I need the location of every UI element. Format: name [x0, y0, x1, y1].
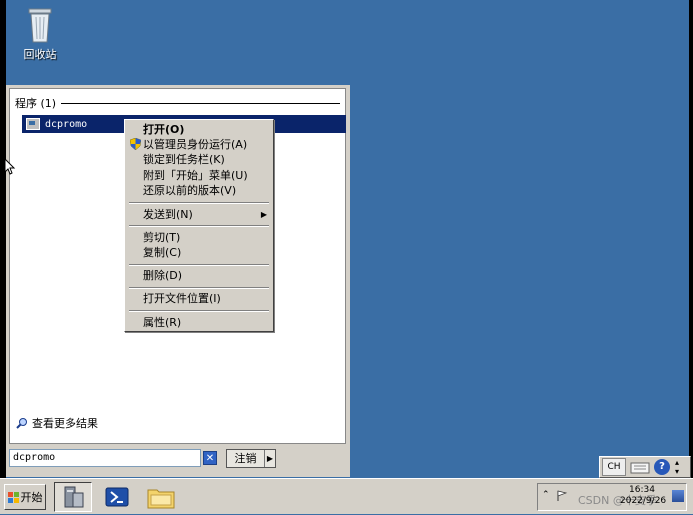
menu-item-cut[interactable]: 剪切(T) [127, 230, 271, 245]
group-header-divider [61, 102, 340, 104]
show-hidden-icons-icon[interactable]: ⌃ [542, 490, 550, 500]
menu-separator [129, 264, 269, 266]
notification-area: ⌃ CSDN @十支季 16:34 2022/9/26 [537, 483, 687, 511]
recycle-bin[interactable]: 回收站 [12, 6, 68, 62]
uac-shield-icon [129, 137, 142, 151]
group-header-label: 程序 (1) [15, 97, 57, 110]
menu-item-pin-start[interactable]: 附到「开始」菜单(U) [127, 168, 271, 183]
menu-separator [129, 310, 269, 312]
language-bar-options-icon[interactable]: ▴ ▾ [675, 458, 679, 476]
power-options-arrow-icon[interactable]: ▶ [265, 450, 275, 467]
logoff-button[interactable]: 注销 [227, 450, 265, 467]
mouse-cursor-icon [4, 157, 16, 179]
clock-date: 2022/9/26 [620, 496, 667, 506]
menu-separator [129, 287, 269, 289]
powershell-button[interactable] [98, 482, 136, 512]
result-item-label: dcpromo [45, 118, 88, 130]
menu-item-open[interactable]: 打开(O) [127, 122, 271, 137]
start-button[interactable]: 开始 [4, 484, 46, 510]
windows-logo-icon [7, 491, 19, 503]
results-group-header: 程序 (1) [15, 95, 340, 111]
start-button-label: 开始 [20, 491, 43, 504]
menu-item-delete[interactable]: 删除(D) [127, 268, 271, 283]
menu-item-open-location[interactable]: 打开文件位置(I) [127, 291, 271, 306]
menu-item-run-as-admin[interactable]: 以管理员身份运行(A) [127, 137, 271, 152]
clock-time: 16:34 [629, 485, 655, 495]
menu-item-properties[interactable]: 属性(R) [127, 315, 271, 330]
program-icon [26, 118, 40, 130]
submenu-arrow-icon: ▶ [260, 210, 267, 219]
menu-item-send-to[interactable]: 发送到(N) ▶ [127, 207, 271, 222]
menu-item-run-as-admin-label: 以管理员身份运行(A) [143, 138, 248, 151]
menu-item-send-to-label: 发送到(N) [143, 208, 193, 221]
see-more-results-link[interactable]: 查看更多结果 [16, 415, 98, 431]
screen-edge-right [689, 0, 693, 478]
taskbar: 开始 ⌃ CSDN @十支季 16:34 2022/9/26 [0, 478, 693, 514]
clock[interactable]: 16:34 2022/9/26 [620, 485, 667, 507]
clear-search-icon[interactable]: ✕ [203, 451, 217, 465]
menu-item-restore-versions[interactable]: 还原以前的版本(V) [127, 183, 271, 198]
search-input[interactable]: dcpromo [9, 449, 201, 467]
search-row: dcpromo ✕ 注销 ▶ [9, 447, 346, 471]
powershell-icon [105, 487, 129, 507]
language-indicator[interactable]: CH [602, 458, 626, 476]
menu-item-copy[interactable]: 复制(C) [127, 245, 271, 260]
explorer-button[interactable] [142, 482, 180, 512]
action-center-flag-icon[interactable] [556, 490, 568, 502]
server-manager-button[interactable] [54, 482, 92, 512]
magnifier-icon [16, 417, 28, 429]
language-bar: CH ? ▴ ▾ [599, 456, 691, 478]
help-icon[interactable]: ? [654, 459, 670, 475]
folder-icon [147, 489, 175, 509]
menu-separator [129, 202, 269, 204]
recycle-bin-label: 回收站 [23, 48, 57, 61]
show-desktop-button[interactable] [672, 490, 684, 502]
menu-separator [129, 225, 269, 227]
context-menu: 打开(O) 以管理员身份运行(A) 锁定到任务栏(K) 附到「开始」菜单(U) … [124, 119, 274, 332]
logoff-button-group: 注销 ▶ [226, 449, 276, 468]
see-more-label: 查看更多结果 [32, 417, 98, 430]
server-manager-icon [64, 486, 84, 508]
menu-item-pin-taskbar[interactable]: 锁定到任务栏(K) [127, 152, 271, 167]
recycle-bin-icon [25, 6, 55, 44]
keyboard-icon[interactable] [629, 458, 651, 476]
